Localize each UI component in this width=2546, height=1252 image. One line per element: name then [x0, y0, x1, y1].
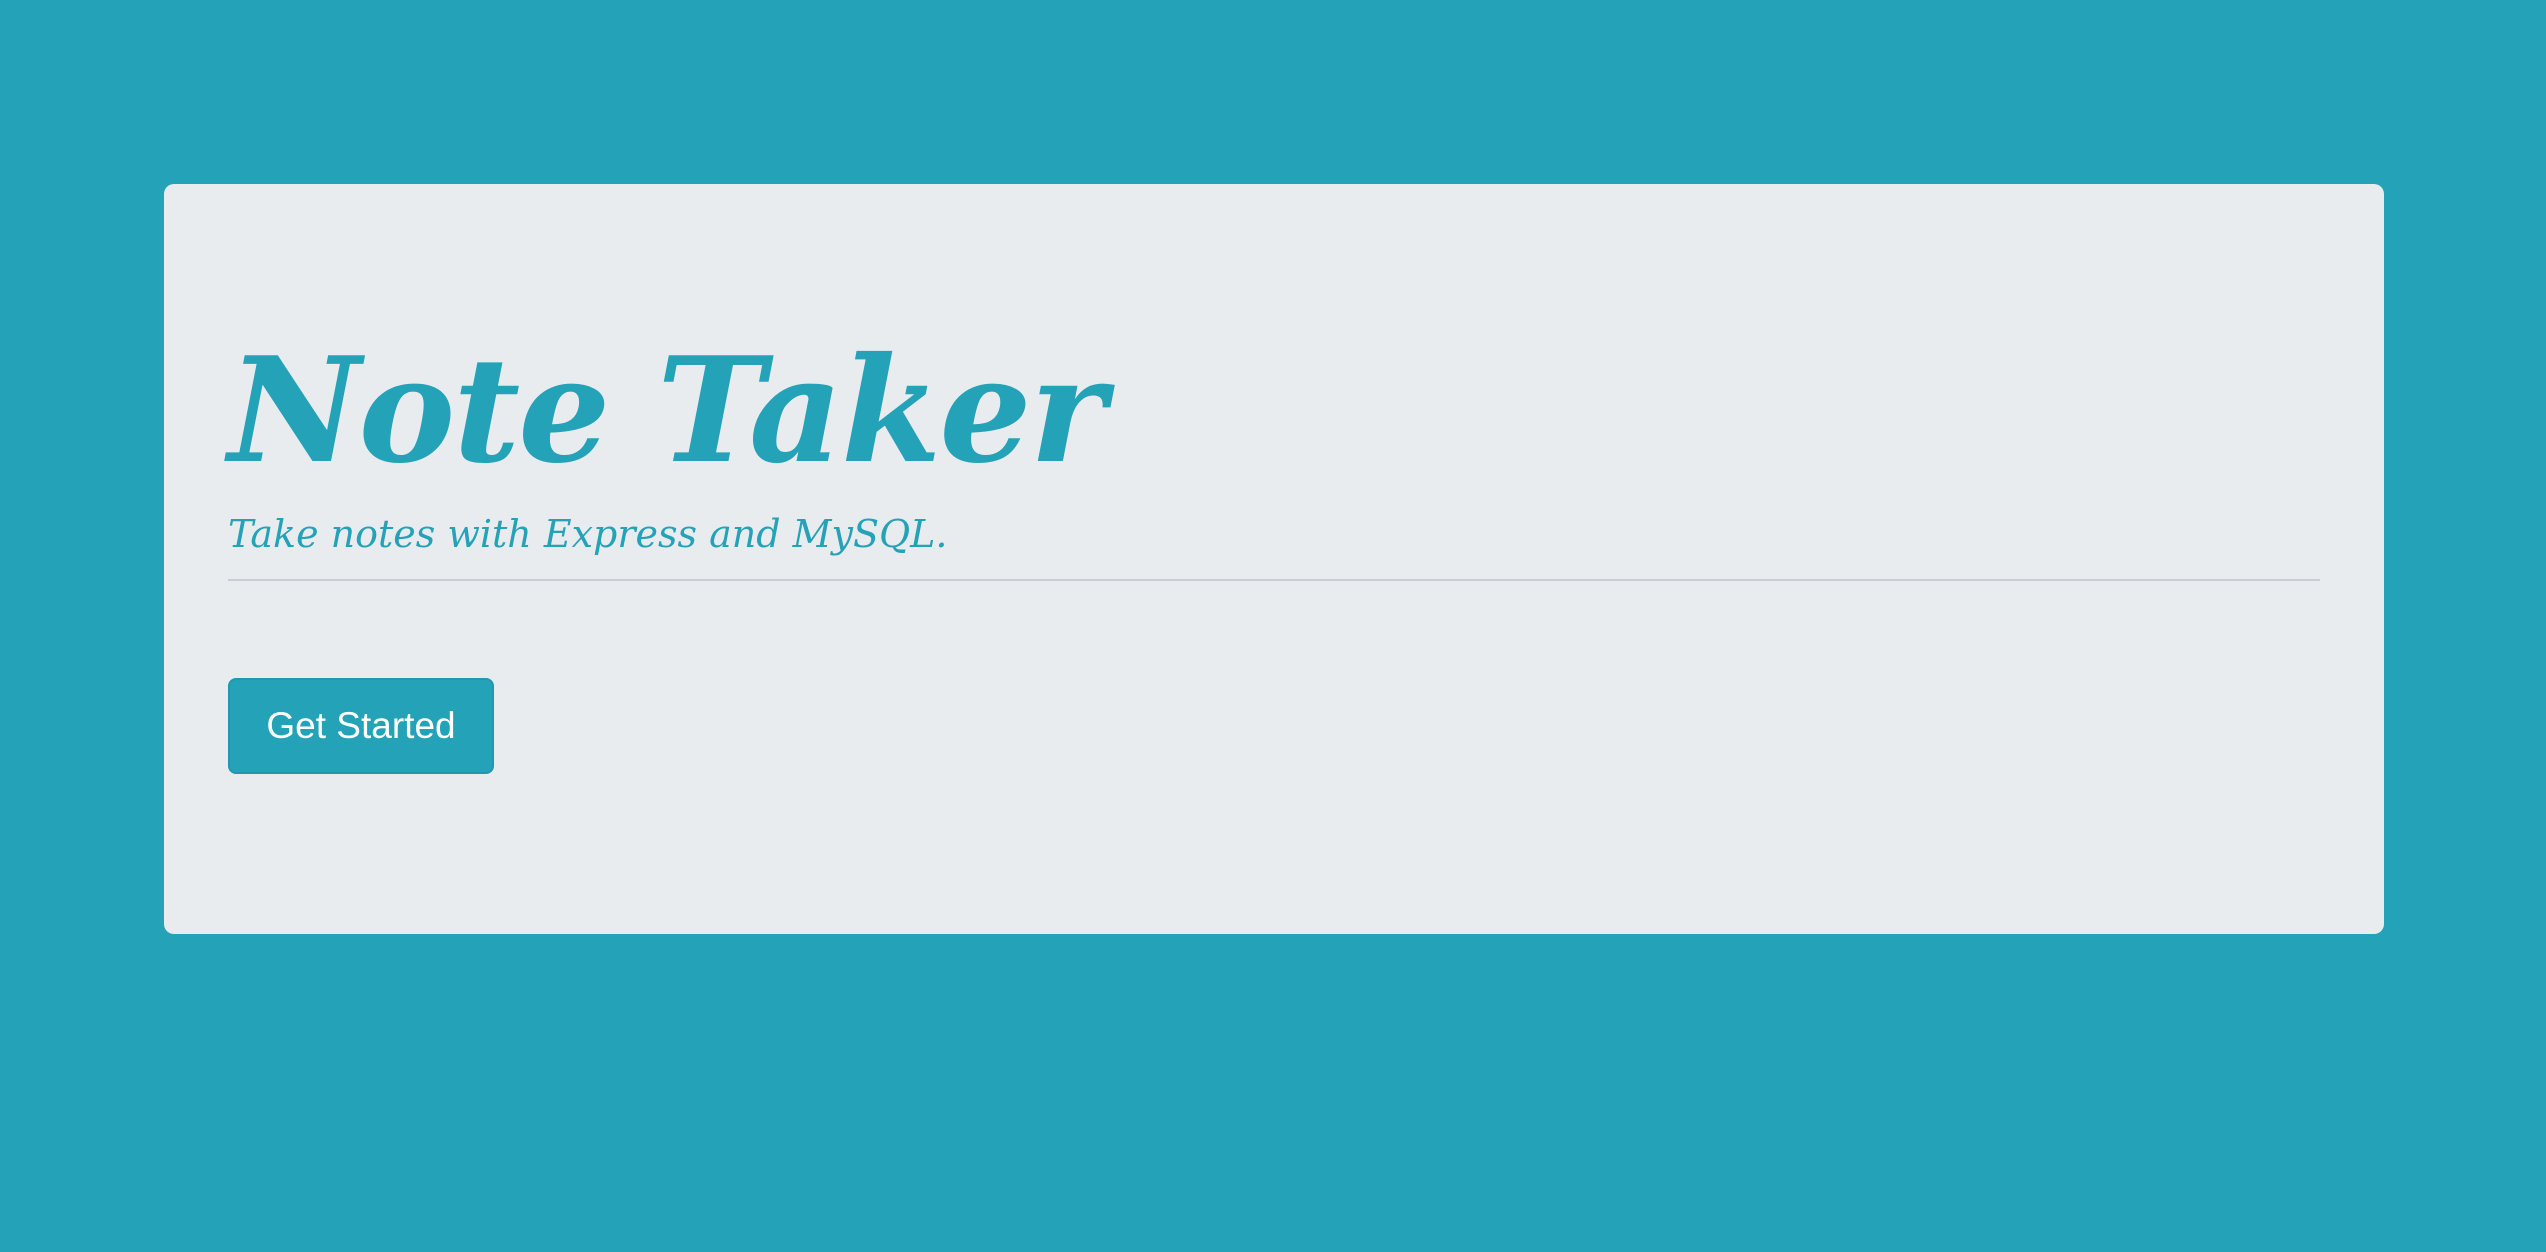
get-started-button[interactable]: Get Started — [228, 678, 494, 774]
page-title: Note Taker — [228, 326, 1106, 496]
hero-panel: Note Taker Take notes with Express and M… — [164, 184, 2384, 934]
page-background: { "hero": { "title": "Note Taker", "subt… — [0, 0, 2546, 1252]
divider — [228, 579, 2320, 581]
page-subtitle: Take notes with Express and MySQL. — [228, 512, 948, 556]
